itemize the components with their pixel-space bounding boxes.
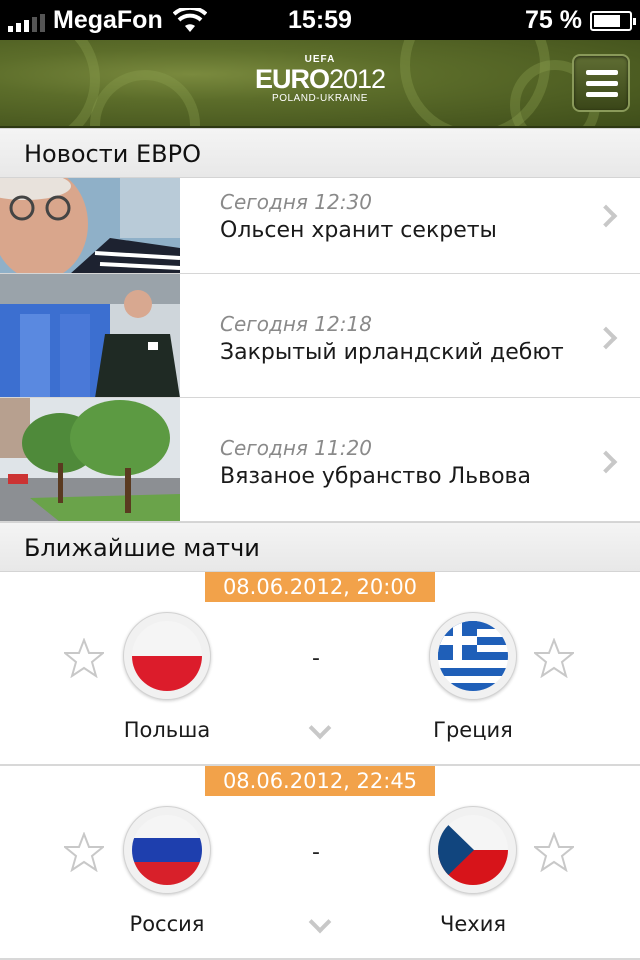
battery-percent: 75 %	[525, 6, 582, 34]
status-bar: MegaFon 15:59 75 %	[0, 0, 640, 40]
czech-flag-icon	[438, 815, 508, 885]
logo-subtitle: POLAND-UKRAINE	[272, 93, 368, 104]
russia-flag-icon	[132, 815, 202, 885]
greece-flag-icon	[438, 621, 508, 691]
news-time: Сегодня 12:18	[220, 312, 372, 336]
away-team-name: Чехия	[439, 912, 507, 936]
chevron-right-icon	[594, 204, 618, 228]
chevron-right-icon	[594, 326, 618, 350]
news-title: Ольсен хранит секреты	[220, 218, 497, 243]
match-card[interactable]: 08.06.2012, 22:45 - Россия Чехия	[0, 766, 640, 960]
euro-2012-logo: UEFA EURO2012 POLAND-UKRAINE	[0, 54, 640, 104]
chevron-right-icon	[594, 450, 618, 474]
news-title: Вязаное убранство Львова	[220, 464, 532, 489]
battery-icon	[590, 10, 636, 31]
logo-euro-text: EURO2012	[254, 64, 386, 94]
home-team-flag	[123, 806, 211, 894]
status-right: 75 %	[525, 6, 636, 35]
favorite-star-icon[interactable]	[534, 638, 574, 678]
home-team-name: Россия	[129, 912, 205, 936]
favorite-star-icon[interactable]	[64, 638, 104, 678]
favorite-star-icon[interactable]	[64, 832, 104, 872]
news-item[interactable]: Сегодня 12:18 Закрытый ирландский дебют	[0, 274, 640, 398]
news-time: Сегодня 11:20	[220, 436, 372, 460]
away-team-flag	[429, 612, 517, 700]
chevron-down-icon[interactable]	[308, 716, 332, 740]
matches-section-title: Ближайшие матчи	[0, 522, 640, 572]
chevron-down-icon[interactable]	[308, 910, 332, 934]
match-date: 08.06.2012, 22:45	[205, 766, 435, 796]
news-thumbnail-lviv-street	[0, 398, 180, 521]
home-team-flag	[123, 612, 211, 700]
favorite-star-icon[interactable]	[534, 832, 574, 872]
hamburger-menu-icon	[586, 70, 618, 75]
poland-flag-icon	[132, 621, 202, 691]
menu-button[interactable]	[572, 54, 630, 112]
match-date: 08.06.2012, 20:00	[205, 572, 435, 602]
news-thumbnail-coach-portrait	[0, 178, 180, 273]
news-time: Сегодня 12:30	[220, 190, 372, 214]
away-team-flag	[429, 806, 517, 894]
news-thumbnail-coach-jerseys	[0, 274, 180, 397]
match-card[interactable]: 08.06.2012, 20:00 - Польша Греция	[0, 572, 640, 766]
news-item[interactable]: Сегодня 12:30 Ольсен хранит секреты	[0, 178, 640, 274]
match-score: -	[312, 840, 320, 865]
home-team-name: Польша	[123, 718, 211, 742]
news-section-title: Новости ЕВРО	[0, 128, 640, 178]
news-title: Закрытый ирландский дебют	[220, 340, 564, 365]
away-team-name: Греция	[433, 718, 513, 742]
news-item[interactable]: Сегодня 11:20 Вязаное убранство Львова	[0, 398, 640, 522]
match-score: -	[312, 646, 320, 671]
app-header: UEFA EURO2012 POLAND-UKRAINE	[0, 40, 640, 128]
